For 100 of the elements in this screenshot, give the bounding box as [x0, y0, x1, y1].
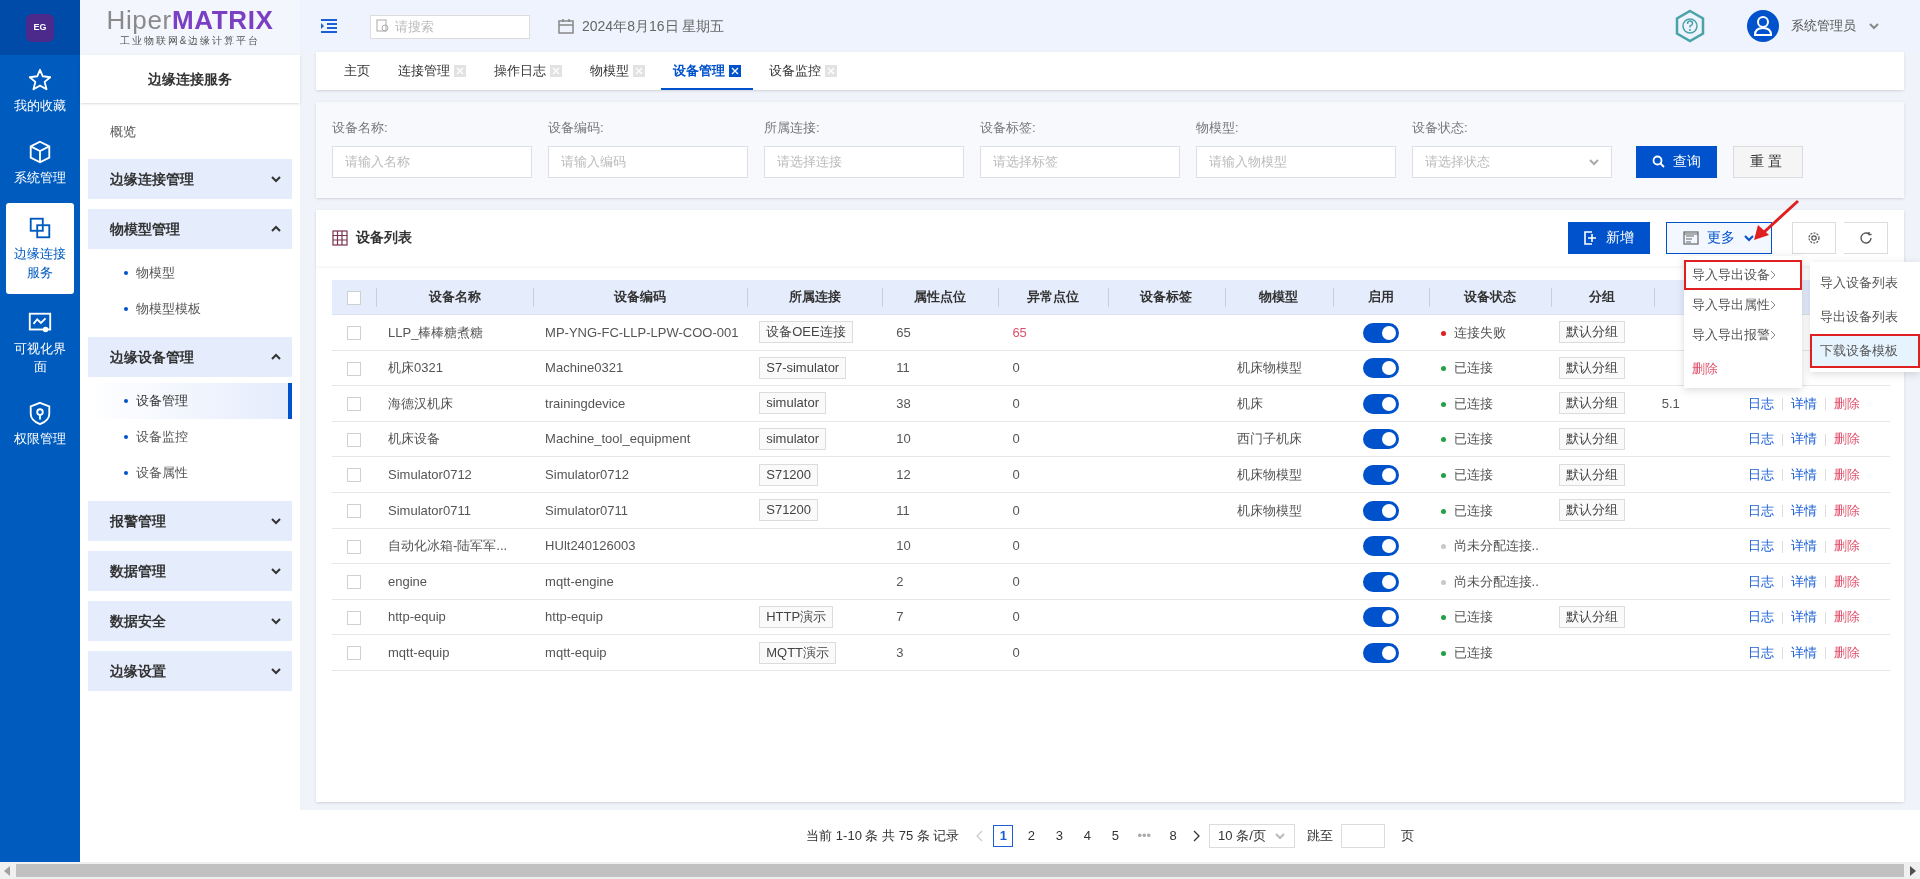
checkbox[interactable] [347, 539, 361, 554]
sidebar-group[interactable]: 边缘连接管理 [88, 159, 292, 199]
checkbox[interactable] [347, 468, 361, 483]
select-field[interactable]: 请选择状态 [1412, 145, 1612, 178]
toggle-switch[interactable] [1362, 500, 1399, 521]
checkbox[interactable] [347, 397, 361, 412]
details-link[interactable]: 详情 [1790, 609, 1817, 625]
log-link[interactable]: 日志 [1747, 466, 1774, 482]
checkbox[interactable] [347, 432, 361, 447]
rail-item[interactable]: 系统管理 [0, 127, 80, 200]
page-input[interactable] [1340, 824, 1385, 848]
menu-item[interactable]: 导入导出设备 [1684, 260, 1802, 290]
delete-link[interactable]: 删除 [1833, 395, 1860, 411]
tab[interactable]: 物模型 [578, 54, 657, 90]
delete-link[interactable]: 删除 [1833, 538, 1860, 554]
tab[interactable]: 设备管理 [661, 54, 753, 90]
sidebar-subitem[interactable]: 设备属性 [88, 455, 292, 491]
input-field[interactable]: 请输入名称 [332, 145, 532, 178]
page-button[interactable]: 8 [1163, 825, 1184, 847]
search-field[interactable]: 请搜索 [370, 14, 530, 39]
scrollbar-thumb[interactable] [16, 864, 1904, 877]
tab[interactable]: 操作日志 [482, 54, 574, 90]
sidebar-group[interactable]: 边缘设备管理 [88, 337, 292, 377]
page-button[interactable]: 3 [1049, 825, 1070, 847]
details-link[interactable]: 详情 [1790, 431, 1817, 447]
details-link[interactable]: 详情 [1790, 502, 1817, 518]
delete-link[interactable]: 删除 [1833, 431, 1860, 447]
toggle-switch[interactable] [1362, 642, 1399, 663]
page-button[interactable]: 1 [993, 825, 1014, 847]
sidebar-group[interactable]: 数据安全 [88, 601, 292, 641]
delete-link[interactable]: 删除 [1833, 502, 1860, 518]
log-link[interactable]: 日志 [1747, 395, 1774, 411]
rail-item[interactable]: 我的收藏 [0, 55, 80, 128]
toggle-switch[interactable] [1362, 322, 1399, 343]
scroll-right-icon[interactable] [1908, 864, 1918, 877]
delete-link[interactable]: 删除 [1833, 609, 1860, 625]
page-button[interactable]: 5 [1105, 825, 1126, 847]
menu-item[interactable]: 导入设备列表 [1810, 266, 1920, 300]
tab[interactable]: 设备监控 [757, 54, 849, 90]
user-name[interactable]: 系统管理员 [1791, 16, 1856, 36]
log-link[interactable]: 日志 [1747, 538, 1774, 554]
checkbox[interactable] [347, 575, 361, 590]
toggle-switch[interactable] [1362, 536, 1399, 557]
toggle-switch[interactable] [1362, 464, 1399, 485]
search-button[interactable]: 查询 [1636, 145, 1717, 178]
horizontal-scrollbar[interactable] [0, 862, 1920, 879]
input-field[interactable]: 请选择标签 [980, 145, 1180, 178]
close-icon[interactable] [729, 65, 741, 77]
rail-item[interactable]: 可视化界面 [0, 297, 80, 389]
menu-item[interactable]: 下载设备模板 [1810, 334, 1920, 368]
sidebar-group[interactable]: 报警管理 [88, 501, 292, 541]
tab[interactable]: 主页 [332, 54, 382, 90]
sidebar-item[interactable]: 概览 [88, 115, 292, 149]
page-button[interactable]: 4 [1077, 825, 1098, 847]
details-link[interactable]: 详情 [1790, 466, 1817, 482]
avatar-icon[interactable] [1747, 10, 1779, 42]
toggle-switch[interactable] [1362, 393, 1399, 414]
log-link[interactable]: 日志 [1747, 573, 1774, 589]
menu-item[interactable]: 删除 [1684, 354, 1802, 384]
menu-item[interactable]: 导入导出报警 [1684, 320, 1802, 350]
checkbox[interactable] [347, 361, 361, 376]
toggle-switch[interactable] [1362, 429, 1399, 450]
rail-item[interactable]: 边缘连接服务 [6, 203, 74, 294]
log-link[interactable]: 日志 [1747, 502, 1774, 518]
menu-item[interactable]: 导入导出属性 [1684, 290, 1802, 320]
checkbox[interactable] [347, 504, 361, 519]
sidebar-subitem[interactable]: 物模型模板 [88, 291, 292, 327]
sidebar-group[interactable]: 物模型管理 [88, 209, 292, 249]
delete-link[interactable]: 删除 [1833, 573, 1860, 589]
details-link[interactable]: 详情 [1790, 538, 1817, 554]
sidebar-subitem[interactable]: 设备监控 [88, 419, 292, 455]
page-button[interactable]: 2 [1021, 825, 1042, 847]
input-field[interactable]: 请输入编码 [548, 145, 748, 178]
delete-link[interactable]: 删除 [1833, 644, 1860, 660]
menu-icon[interactable] [320, 18, 338, 34]
tab[interactable]: 连接管理 [386, 54, 478, 90]
checkbox[interactable] [347, 290, 361, 305]
help-icon[interactable] [1673, 9, 1707, 43]
details-link[interactable]: 详情 [1790, 644, 1817, 660]
log-link[interactable]: 日志 [1747, 431, 1774, 447]
delete-link[interactable]: 删除 [1833, 466, 1860, 482]
toggle-switch[interactable] [1362, 607, 1399, 628]
add-button[interactable]: 新增 [1568, 221, 1650, 254]
settings-button[interactable] [1792, 221, 1836, 254]
sidebar-group[interactable]: 数据管理 [88, 551, 292, 591]
more-button[interactable]: 更多 [1666, 221, 1772, 254]
checkbox[interactable] [347, 646, 361, 661]
input-field[interactable]: 请选择连接 [764, 145, 964, 178]
rail-item[interactable]: 权限管理 [0, 388, 80, 461]
menu-item[interactable]: 导出设备列表 [1810, 300, 1920, 334]
toggle-switch[interactable] [1362, 358, 1399, 379]
refresh-button[interactable] [1844, 221, 1888, 254]
checkbox[interactable] [347, 326, 361, 341]
checkbox[interactable] [347, 610, 361, 625]
page-size-select[interactable]: 10 条/页 [1209, 824, 1295, 848]
next-page-icon[interactable] [1191, 830, 1202, 842]
input-field[interactable]: 请输入物模型 [1196, 145, 1396, 178]
details-link[interactable]: 详情 [1790, 573, 1817, 589]
sidebar-group[interactable]: 边缘设置 [88, 651, 292, 691]
sidebar-subitem[interactable]: 物模型 [88, 255, 292, 291]
